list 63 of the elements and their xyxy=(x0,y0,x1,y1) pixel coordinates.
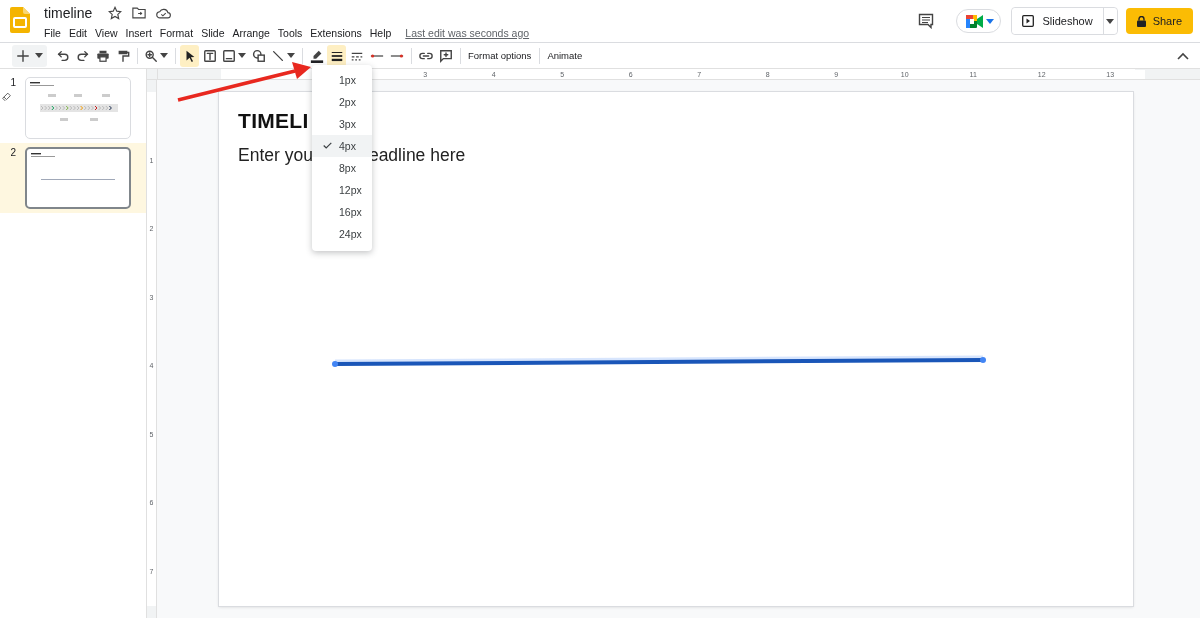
last-edit-link[interactable]: Last edit was seconds ago xyxy=(405,27,530,39)
slide-row[interactable]: 1 xyxy=(0,73,146,143)
meet-button[interactable] xyxy=(955,9,1001,33)
folder-icon[interactable] xyxy=(132,7,147,19)
caret-icon xyxy=(287,53,295,58)
video-camera-icon xyxy=(964,13,984,29)
toolbar-button[interactable]: Animate xyxy=(544,44,586,67)
slide-number: 2 xyxy=(9,147,16,158)
shapes-icon xyxy=(251,48,266,63)
slide-number: 1 xyxy=(9,77,16,88)
caret-icon xyxy=(160,53,168,58)
checkmark-icon xyxy=(323,142,332,149)
menu-item[interactable]: Extensions xyxy=(306,27,366,39)
plus-icon xyxy=(16,48,30,63)
caret-icon xyxy=(1106,18,1115,24)
play-icon xyxy=(1021,15,1034,27)
slide-title[interactable]: TIMELI xyxy=(238,109,309,133)
line-start-icon xyxy=(369,53,384,58)
caret-icon xyxy=(985,18,994,24)
line-weight-option[interactable]: 1px xyxy=(312,69,372,91)
line-weight-option[interactable]: 3px xyxy=(312,113,372,135)
eraser-icon[interactable] xyxy=(2,91,11,103)
menu-item[interactable]: File xyxy=(44,27,65,39)
print-icon xyxy=(95,48,110,63)
comments-icon[interactable] xyxy=(917,13,934,29)
slide-thumbnail[interactable] xyxy=(25,147,131,209)
line-weight-option[interactable]: 24px xyxy=(312,223,372,245)
pen-icon xyxy=(309,48,324,63)
undo-icon xyxy=(55,48,70,63)
image-icon xyxy=(222,48,236,63)
slide-row[interactable]: 2 xyxy=(0,143,146,213)
add-comment-icon xyxy=(438,48,453,63)
menu-item[interactable]: Arrange xyxy=(228,27,274,39)
line-icon xyxy=(271,48,285,63)
line-weight-option[interactable]: 16px xyxy=(312,201,372,223)
zoom-icon xyxy=(144,48,158,63)
line-end-icon xyxy=(389,53,404,58)
selected-line-shape[interactable] xyxy=(332,355,986,367)
menu-item[interactable]: Edit xyxy=(64,27,91,39)
menu-item[interactable]: Help xyxy=(365,27,396,39)
text-box-icon xyxy=(202,48,217,63)
toolbar-button[interactable]: Format options xyxy=(465,44,535,67)
line-weight-option[interactable]: 12px xyxy=(312,179,372,201)
redo-icon xyxy=(75,48,90,63)
line-weight-option[interactable]: 4px xyxy=(312,135,372,157)
document-title[interactable]: timeline xyxy=(44,5,93,21)
lock-icon xyxy=(1136,15,1146,27)
menu-item[interactable]: Tools xyxy=(273,27,307,39)
menu-item[interactable]: Insert xyxy=(121,27,156,39)
cursor-button[interactable] xyxy=(180,44,199,67)
caret-icon xyxy=(238,53,246,58)
menu-item[interactable]: View xyxy=(91,27,122,39)
line-weight-button[interactable] xyxy=(327,44,346,67)
plus-button[interactable] xyxy=(12,44,47,67)
slide-subtitle[interactable]: Enter you xyxy=(238,145,313,166)
collapse-chevron-icon[interactable] xyxy=(1177,51,1189,60)
star-icon[interactable] xyxy=(108,6,123,20)
cloud-icon[interactable] xyxy=(156,7,172,19)
share-button[interactable]: Share xyxy=(1125,8,1193,34)
menu-item[interactable]: Slide xyxy=(197,27,229,39)
menu-item[interactable]: Format xyxy=(155,27,198,39)
caret-icon xyxy=(35,53,43,58)
line-weight-option[interactable]: 2px xyxy=(312,91,372,113)
